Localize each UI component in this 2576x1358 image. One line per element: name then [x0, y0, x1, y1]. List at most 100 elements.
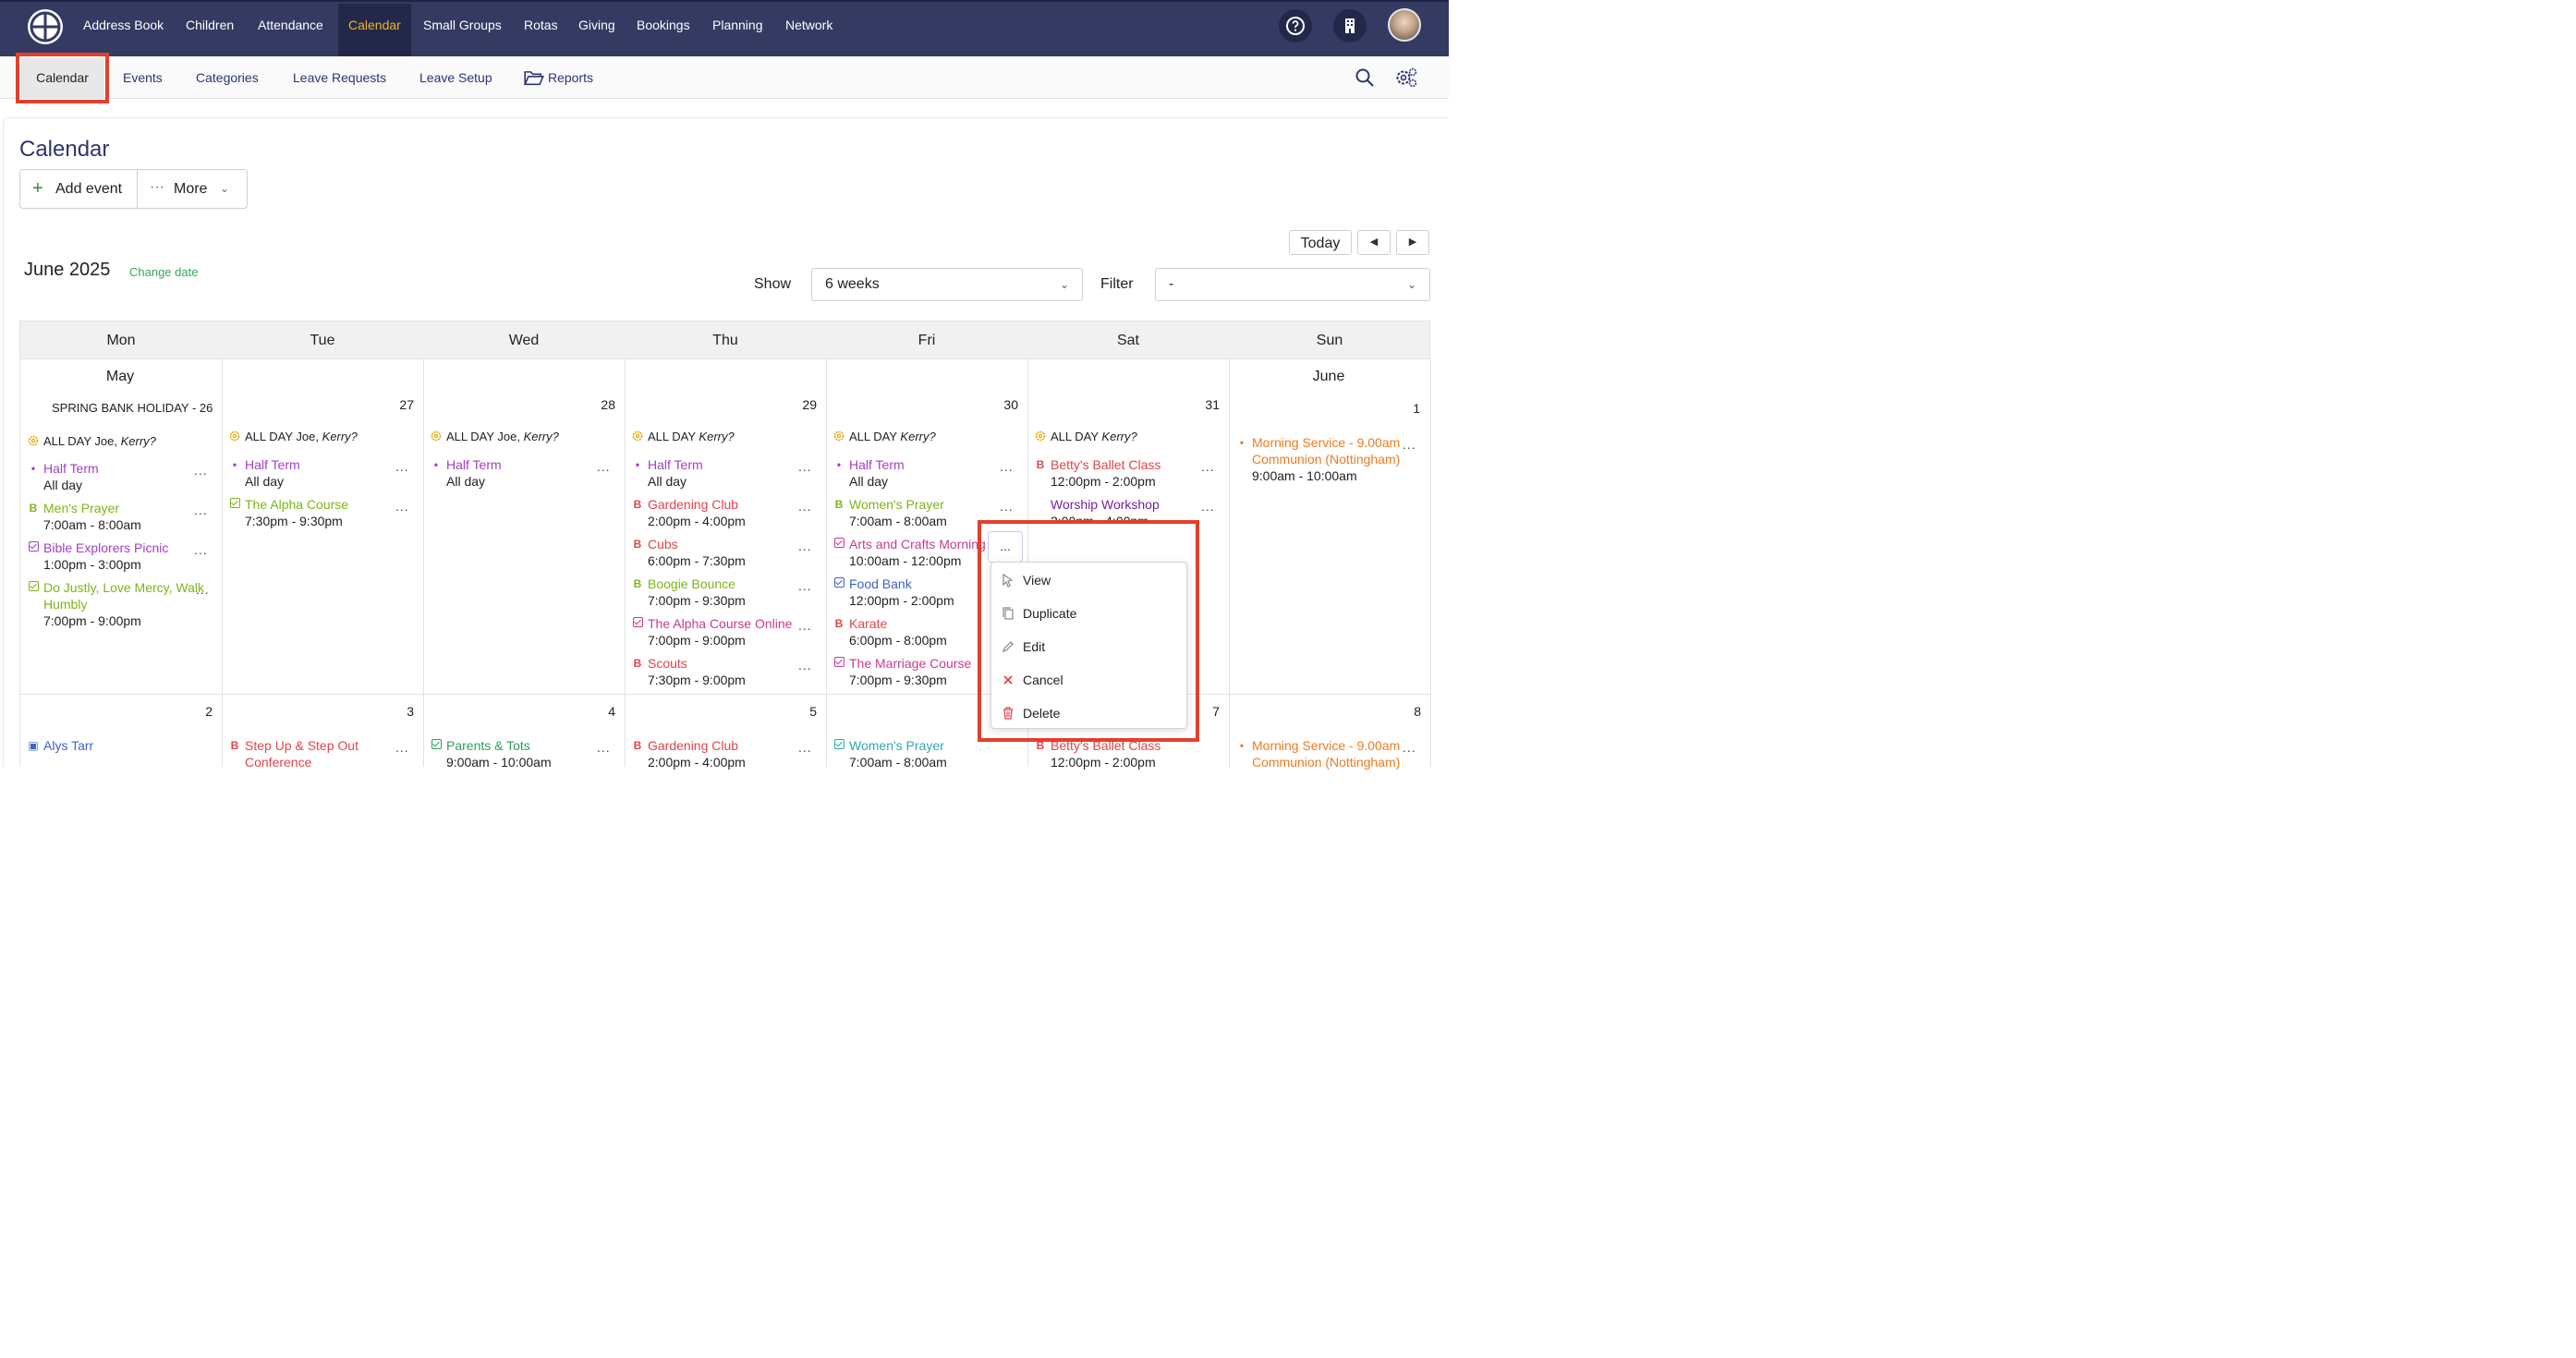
date-28[interactable]: 28	[588, 397, 615, 412]
event-options-button[interactable]: ...	[194, 503, 208, 517]
previous-button[interactable]: ◀	[1357, 230, 1391, 255]
event-options-button[interactable]: ...	[194, 463, 208, 478]
date-31[interactable]: 31	[1192, 397, 1220, 412]
event-options-button[interactable]: ...	[395, 499, 409, 514]
event-options-button[interactable]: ...	[194, 542, 208, 557]
event-half-term[interactable]: • Half Term All day	[837, 456, 997, 490]
menu-item-duplicate[interactable]: Duplicate	[991, 597, 1188, 630]
nav-address-book[interactable]: Address Book	[73, 4, 174, 58]
nav-attendance[interactable]: Attendance	[248, 4, 334, 58]
menu-item-edit[interactable]: Edit	[991, 630, 1188, 663]
event-options-button[interactable]: ...	[798, 539, 812, 553]
event-morning-service[interactable]: • Morning Service - 9.00am Communion (Nott…	[1240, 434, 1409, 484]
event-options-button-active[interactable]: ...	[988, 531, 1023, 563]
allday-staff-thu[interactable]: ALL DAY Kerry?	[631, 430, 735, 443]
date-30[interactable]: 30	[990, 397, 1018, 412]
event-bettys-ballet-class[interactable]: B Betty's Ballet Class 12:00pm - 2:00pm	[1037, 456, 1198, 490]
event-alpha-course-online[interactable]: The Alpha Course Online 7:00pm - 9:00pm	[632, 615, 797, 649]
event-morning-service[interactable]: • Morning Service - 9.00am Communion (Nott…	[1240, 737, 1409, 770]
date-29[interactable]: 29	[789, 397, 817, 412]
user-avatar[interactable]	[1388, 8, 1421, 42]
add-event-button[interactable]: + Add event	[20, 170, 138, 208]
event-options-button[interactable]: ...	[798, 578, 812, 593]
event-options-button[interactable]: ...	[798, 658, 812, 673]
event-half-term[interactable]: • Half Term All day	[233, 456, 393, 490]
event-karate[interactable]: B Karate 6:00pm - 8:00pm	[835, 615, 997, 649]
event-options-button[interactable]: ...	[1403, 437, 1416, 452]
event-options-button[interactable]: ...	[196, 582, 210, 597]
nav-giving[interactable]: Giving	[568, 4, 626, 58]
event-marriage-course[interactable]: The Marriage Course 7:00pm - 9:30pm	[833, 655, 997, 688]
subnav-categories[interactable]: Categories	[196, 70, 259, 85]
event-gardening-club[interactable]: B Gardening Club 2:00pm - 4:00pm	[634, 496, 796, 529]
app-logo-icon[interactable]	[28, 9, 63, 44]
nav-bookings[interactable]: Bookings	[626, 4, 700, 58]
date-2[interactable]: 2	[185, 704, 213, 719]
subnav-leave-setup[interactable]: Leave Setup	[419, 70, 492, 85]
next-button[interactable]: ▶	[1396, 230, 1429, 255]
event-options-button[interactable]: ...	[798, 740, 812, 755]
date-1[interactable]: 1	[1392, 401, 1420, 416]
event-bettys-ballet-class[interactable]: B Betty's Ballet Class 12:00pm - 2:00pm	[1037, 737, 1198, 770]
allday-staff-fri[interactable]: ALL DAY Kerry?	[832, 430, 936, 443]
event-alpha-course[interactable]: The Alpha Course 7:30pm - 9:30pm	[229, 496, 393, 529]
event-options-button[interactable]: ...	[1201, 459, 1215, 474]
event-half-term[interactable]: • Half Term All day	[636, 456, 796, 490]
nav-small-groups[interactable]: Small Groups	[413, 4, 512, 58]
date-4[interactable]: 4	[588, 704, 615, 719]
settings-gear-icon[interactable]	[1394, 67, 1418, 89]
allday-staff-wed[interactable]: ALL DAY Joe, Kerry?	[430, 430, 559, 443]
menu-item-delete[interactable]: Delete	[991, 697, 1188, 730]
event-scouts[interactable]: B Scouts 7:30pm - 9:00pm	[634, 655, 796, 688]
allday-staff-mon[interactable]: ALL DAY Joe, Kerry?	[27, 434, 156, 448]
event-options-button[interactable]: ...	[798, 459, 812, 474]
event-options-button[interactable]: ...	[1201, 499, 1215, 514]
event-half-term[interactable]: • Half Term All day	[434, 456, 594, 490]
help-button[interactable]	[1279, 9, 1312, 42]
event-options-button[interactable]: ...	[597, 740, 611, 755]
allday-staff-tue[interactable]: ALL DAY Joe, Kerry?	[228, 430, 358, 443]
event-food-bank[interactable]: Food Bank 12:00pm - 2:00pm	[833, 576, 997, 609]
subnav-calendar-tab[interactable]: Calendar	[20, 58, 104, 99]
event-options-button[interactable]: ...	[1403, 740, 1416, 755]
event-boogie-bounce[interactable]: B Boogie Bounce 7:00pm - 9:30pm	[634, 576, 796, 609]
event-alys-tarr[interactable]: ▣ Alys Tarr	[28, 737, 191, 754]
menu-item-view[interactable]: View	[991, 564, 1188, 597]
subnav-events[interactable]: Events	[123, 70, 163, 85]
event-options-button[interactable]: ...	[1000, 459, 1014, 474]
date-27[interactable]: 27	[386, 397, 414, 412]
event-options-button[interactable]: ...	[1000, 499, 1014, 514]
event-step-up-step-out[interactable]: B Step Up & Step Out Conference	[231, 737, 393, 770]
event-worship-workshop[interactable]: Worship Workshop 2:00pm - 4:00pm	[1051, 496, 1198, 522]
nav-network[interactable]: Network	[775, 4, 843, 58]
event-bible-explorers-picnic[interactable]: Bible Explorers Picnic 1:00pm - 3:00pm	[28, 540, 200, 573]
nav-rotas[interactable]: Rotas	[514, 4, 568, 58]
date-7[interactable]: 7	[1192, 704, 1220, 719]
organisation-button[interactable]	[1333, 9, 1367, 42]
event-options-button[interactable]: ...	[395, 459, 409, 474]
event-arts-and-crafts[interactable]: Arts and Crafts Morning 10:00am - 12:00pm	[849, 536, 986, 569]
event-do-justly[interactable]: Do Justly, Love Mercy, Walk Humbly 7:00pm …	[28, 579, 205, 629]
event-options-button[interactable]: ...	[798, 618, 812, 633]
allday-staff-sat[interactable]: ALL DAY Kerry?	[1034, 430, 1137, 443]
nav-planning[interactable]: Planning	[702, 4, 773, 58]
event-half-term[interactable]: • Half Term All day	[31, 460, 200, 493]
event-parents-and-tots[interactable]: Parents & Tots 9:00am - 10:00am	[431, 737, 594, 770]
event-womens-prayer[interactable]: B Women's Prayer 7:00am - 8:00am	[835, 496, 997, 529]
event-womens-prayer[interactable]: Women's Prayer 7:00am - 8:00am	[833, 737, 983, 770]
nav-calendar[interactable]: Calendar	[338, 4, 411, 58]
event-gardening-club[interactable]: B Gardening Club 2:00pm - 4:00pm	[634, 737, 796, 770]
event-options-button[interactable]: ...	[597, 459, 611, 474]
filter-select[interactable]: - ⌄	[1155, 268, 1430, 301]
date-3[interactable]: 3	[386, 704, 414, 719]
today-button[interactable]: Today	[1289, 230, 1352, 255]
event-mens-prayer[interactable]: B Men's Prayer 7:00am - 8:00am	[30, 500, 200, 533]
search-icon[interactable]	[1355, 67, 1375, 88]
subnav-reports[interactable]: Reports	[548, 70, 593, 85]
subnav-leave-requests[interactable]: Leave Requests	[293, 70, 386, 85]
more-button[interactable]: ··· More ⌄	[139, 170, 247, 208]
event-options-button[interactable]: ...	[395, 740, 409, 755]
menu-item-cancel[interactable]: Cancel	[991, 663, 1188, 697]
event-options-button[interactable]: ...	[798, 499, 812, 514]
change-date-link[interactable]: Change date	[129, 265, 198, 279]
